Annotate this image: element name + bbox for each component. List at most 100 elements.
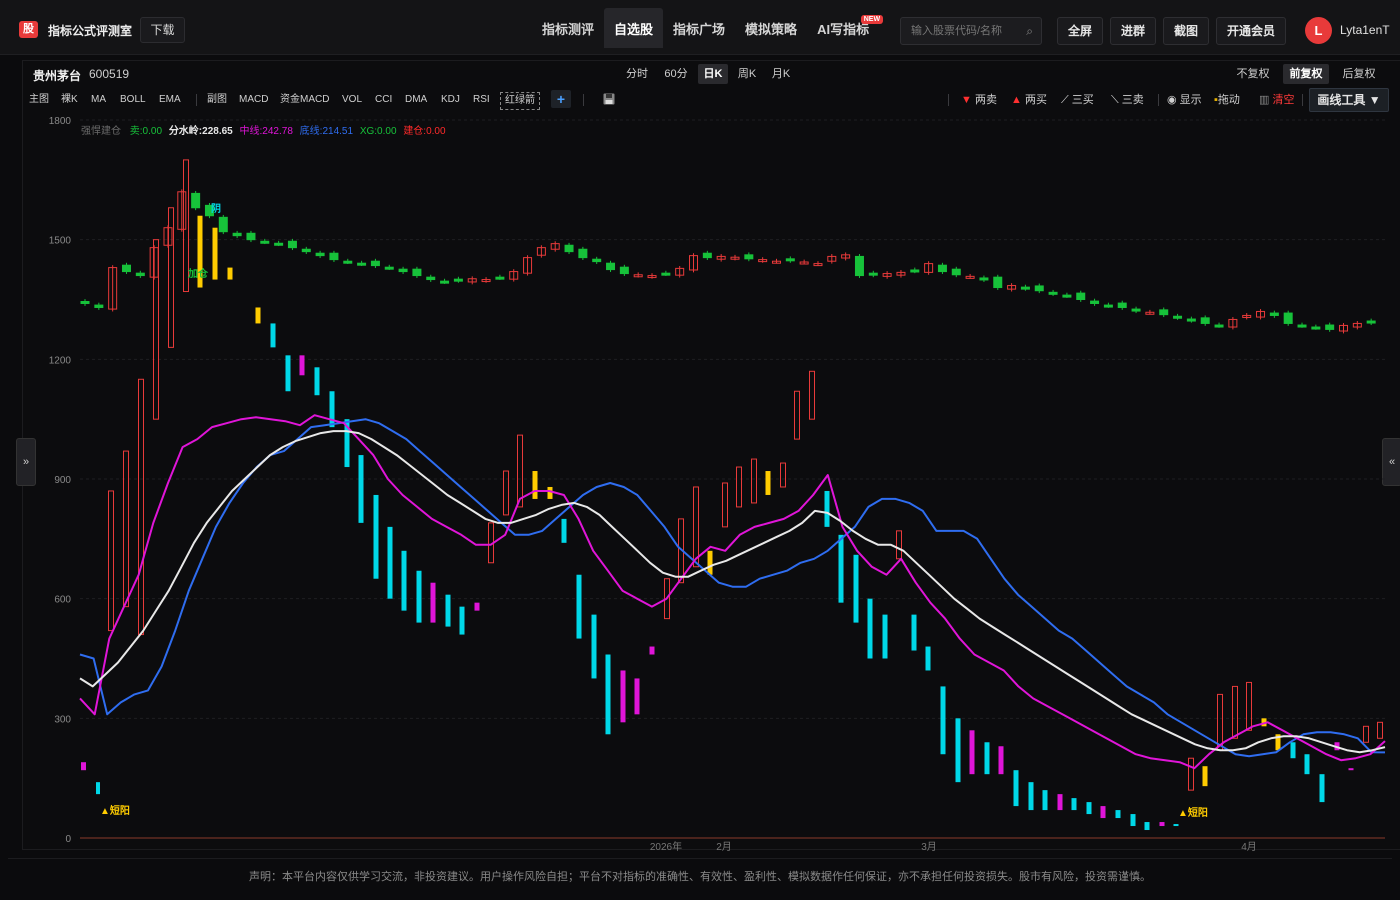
candle-body xyxy=(1269,312,1279,316)
signal-bar xyxy=(547,486,553,499)
signal-bar xyxy=(838,534,844,603)
candle-body xyxy=(592,258,602,263)
legend-item-watershed: 分水岭:228.65 xyxy=(168,126,233,137)
signal-bar xyxy=(620,670,626,723)
signal-bar xyxy=(1071,798,1077,811)
chart-annotation: ▲短阳 xyxy=(100,804,130,817)
signal-bar xyxy=(1319,774,1325,803)
annotations: 阴加仓 ▲短阳 ▲短阳 xyxy=(100,203,1208,819)
candle-body xyxy=(218,216,228,233)
signal-bar xyxy=(824,490,830,527)
candle-body xyxy=(578,248,588,259)
indicator-legend: 强悍建仓 卖:0.00 分水岭:228.65 中线:242.78 底线:214.… xyxy=(81,122,446,137)
candle-body xyxy=(1311,326,1321,330)
candle-body xyxy=(384,266,394,270)
candle-body xyxy=(744,254,754,260)
signal-bar xyxy=(1246,681,1252,731)
signal-bar xyxy=(1290,742,1296,759)
signal-bars xyxy=(81,159,1383,831)
signal-bar xyxy=(387,526,393,599)
candle-body xyxy=(94,304,104,308)
y-tick-label: 900 xyxy=(54,475,71,486)
candle-body xyxy=(910,269,920,273)
candle-body xyxy=(412,268,422,277)
y-axis: 0 300 600 900 1200 1500 1800 xyxy=(49,116,72,845)
candle-body xyxy=(246,232,256,241)
candle-body xyxy=(606,262,616,271)
legend-item-build: 建仓:0.00 xyxy=(403,126,446,137)
signal-bar xyxy=(707,550,713,575)
candle-body xyxy=(1062,294,1072,298)
signal-bar xyxy=(925,646,931,671)
watershed-series xyxy=(79,430,1386,754)
y-tick-label: 600 xyxy=(54,595,71,606)
signal-bar xyxy=(591,614,597,679)
signal-bar xyxy=(1202,766,1208,787)
candle-body xyxy=(426,276,436,281)
signal-bar xyxy=(1232,685,1238,739)
candle-body xyxy=(619,266,629,275)
legend-item-midline: 中线:242.78 xyxy=(239,126,293,137)
candle-body xyxy=(1297,324,1307,328)
signal-bar xyxy=(401,550,407,611)
candle-body xyxy=(1186,318,1196,322)
candle-body xyxy=(993,276,1003,289)
signal-bar xyxy=(503,470,509,516)
signal-bar xyxy=(358,455,364,523)
candle-body xyxy=(357,262,367,266)
signal-bar xyxy=(123,450,129,608)
legend-item-xg: XG:0.00 xyxy=(359,126,397,137)
signal-bar xyxy=(940,686,946,755)
signal-bar xyxy=(270,323,276,348)
signal-bar xyxy=(416,570,422,623)
y-tick-label: 1500 xyxy=(49,236,72,247)
signal-bar xyxy=(896,530,902,560)
candle-body xyxy=(453,278,463,282)
signal-bar xyxy=(1042,790,1048,811)
signal-bar xyxy=(561,518,567,543)
candle-body xyxy=(564,244,574,253)
signal-bar xyxy=(212,227,218,280)
signal-bar xyxy=(1013,770,1019,807)
signal-bar xyxy=(299,355,305,376)
x-tick-label: 2026年 xyxy=(650,840,682,853)
signal-bar xyxy=(1028,782,1034,811)
disclaimer: 声明：本平台内容仅供学习交流，非投资建议。用户操作风险自担；平台不对指标的准确性… xyxy=(249,871,1151,883)
candle-body xyxy=(287,240,297,249)
candle-body xyxy=(1117,302,1127,308)
candle-body xyxy=(1159,309,1169,316)
signal-bar xyxy=(634,678,640,715)
candle-body xyxy=(1200,317,1210,324)
signal-bar xyxy=(459,606,465,635)
signal-bar xyxy=(867,598,873,659)
signal-bar xyxy=(882,614,888,659)
candle-body xyxy=(260,240,270,244)
candle-body xyxy=(785,258,795,262)
signal-bar xyxy=(1173,824,1179,827)
signal-bar xyxy=(81,762,86,771)
candle-body xyxy=(135,272,145,277)
signal-bar xyxy=(693,486,699,568)
candle-body xyxy=(868,272,878,276)
candle-body xyxy=(191,192,201,209)
divider xyxy=(8,858,1392,859)
x-tick-label: 4月 xyxy=(1241,841,1257,853)
candle-body xyxy=(301,248,311,253)
signal-bar xyxy=(751,458,757,504)
candle-body xyxy=(80,300,90,304)
signal-bar xyxy=(430,582,436,623)
legend-item-bottomline: 底线:214.51 xyxy=(299,126,354,137)
bottomline-series xyxy=(79,418,1386,758)
signal-bar xyxy=(969,730,975,775)
signal-bar xyxy=(255,307,261,324)
signal-bar xyxy=(1348,768,1354,771)
signal-bar xyxy=(1363,725,1369,743)
x-axis: 2026年 2月 3月 4月 xyxy=(650,840,1257,853)
chart-annotation: 加仓 xyxy=(187,267,209,280)
candle-body xyxy=(937,264,947,273)
signal-bar xyxy=(373,494,379,579)
y-tick-label: 1200 xyxy=(49,355,72,366)
x-tick-label: 2月 xyxy=(716,841,732,853)
candle-body xyxy=(702,252,712,259)
signal-bar xyxy=(1086,802,1092,815)
